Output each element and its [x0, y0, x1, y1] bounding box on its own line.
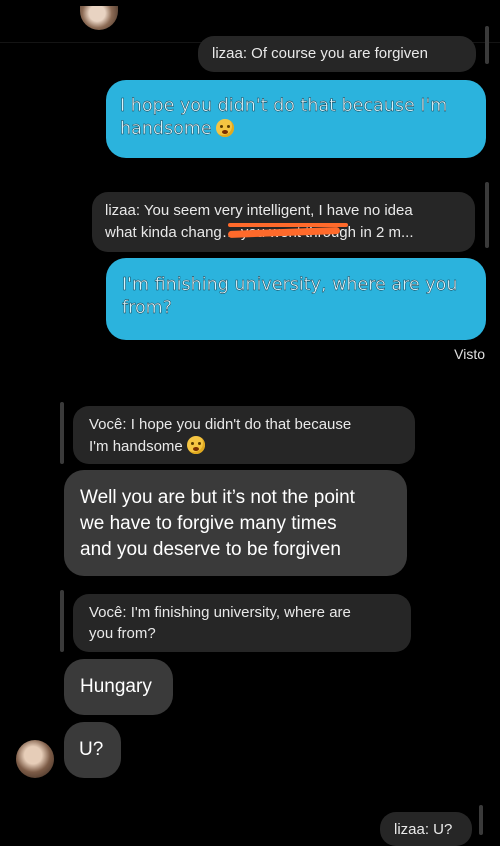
reply-text-line1: Você: I'm finishing university, where ar… — [89, 604, 351, 621]
sender-avatar-icon[interactable] — [16, 740, 54, 778]
seen-status: Visto — [454, 346, 485, 362]
message-text: I'm finishing university, where are you … — [122, 275, 458, 318]
reply-preview[interactable]: lizaa: U? — [380, 812, 472, 846]
received-message[interactable]: U? — [64, 722, 121, 778]
message-text: I hope you didn't do that because I'm ha… — [120, 96, 448, 139]
reply-indicator — [485, 26, 489, 64]
reply-text: lizaa: U? — [394, 821, 453, 838]
header-avatar-icon[interactable] — [80, 6, 118, 30]
message-line3: and you deserve to be forgiven — [80, 539, 341, 560]
reply-indicator — [485, 182, 489, 248]
sent-message[interactable]: I'm finishing university, where are you … — [106, 258, 486, 340]
message-text: U? — [79, 739, 104, 760]
received-message[interactable]: Well you are but it’s not the point we h… — [64, 470, 407, 576]
reply-preview[interactable]: Você: I hope you didn't do that because … — [73, 406, 415, 464]
reply-indicator — [60, 590, 64, 652]
flushed-emoji-icon — [215, 119, 234, 137]
reply-text-line1: lizaa: You seem very intelligent, I have… — [105, 202, 413, 219]
message-text: Hungary — [80, 676, 152, 697]
flushed-emoji-icon — [186, 436, 205, 454]
reply-indicator — [60, 402, 64, 464]
sent-message[interactable]: I hope you didn't do that because I'm ha… — [106, 80, 486, 158]
message-line2: we have to forgive many times — [80, 513, 337, 534]
reply-preview[interactable]: Você: I'm finishing university, where ar… — [73, 594, 411, 652]
received-message[interactable]: Hungary — [64, 659, 173, 715]
reply-preview[interactable]: lizaa: You seem very intelligent, I have… — [92, 192, 475, 252]
reply-text: lizaa: Of course you are forgiven — [212, 45, 428, 62]
reply-text-line1: Você: I hope you didn't do that because — [89, 416, 352, 433]
reply-indicator — [479, 805, 483, 835]
reply-text-line2: I'm handsome — [89, 438, 183, 455]
reply-text-line2: you from? — [89, 625, 156, 642]
reply-preview[interactable]: lizaa: Of course you are forgiven — [198, 36, 476, 72]
message-line1: Well you are but it’s not the point — [80, 487, 355, 508]
